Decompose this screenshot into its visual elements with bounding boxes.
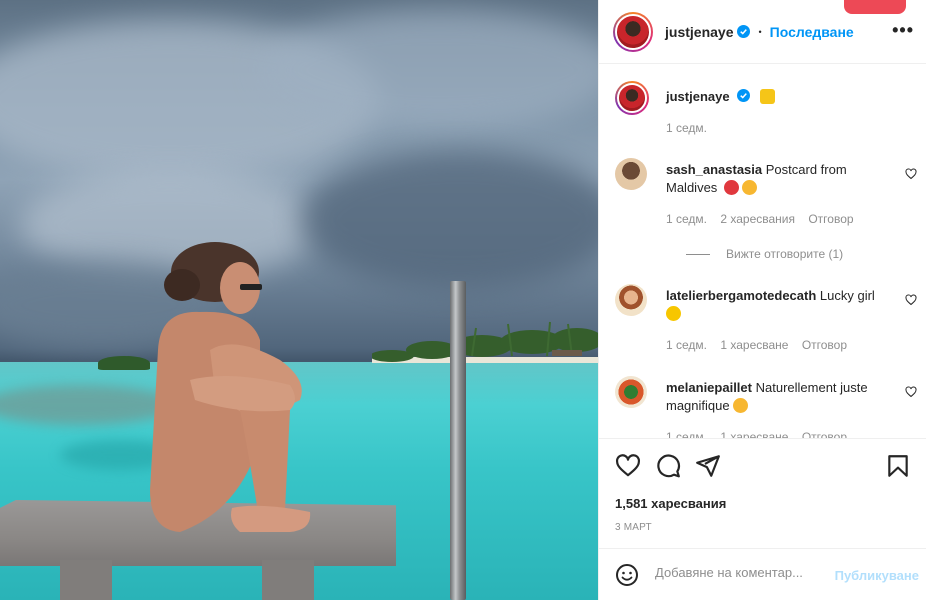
comments-list[interactable]: justjenaye 1 седм. sash_anastasia Postca… (599, 65, 926, 438)
emoji-sticker-icon (759, 89, 775, 104)
likes-count[interactable]: 1,581 харесвания (615, 496, 726, 511)
post-side-panel: justjenaye • Последване ••• justjenaye 1… (598, 0, 926, 600)
bookmark-icon[interactable] (885, 453, 911, 479)
comment-time: 1 седм. (666, 338, 708, 352)
comment-like-heart-icon[interactable] (905, 294, 917, 306)
heart-icon[interactable] (615, 453, 641, 479)
reply-button[interactable]: Отговор (808, 212, 853, 226)
reply-button[interactable]: Отговор (802, 338, 847, 352)
comment-time: 1 седм. (666, 430, 708, 438)
palm-island (372, 321, 598, 362)
more-options-icon[interactable]: ••• (892, 20, 914, 41)
comment-likes[interactable]: 2 харесвания (720, 212, 795, 226)
header-username[interactable]: justjenaye (665, 24, 733, 40)
action-icons (615, 453, 911, 479)
comment-item: latelierbergamotedecath Lucky girl 1 сед… (615, 284, 917, 374)
person-figure (150, 242, 311, 532)
avatar[interactable] (615, 284, 647, 316)
view-replies-label: Вижте отговорите (1) (726, 247, 844, 261)
verified-badge-icon (737, 89, 751, 102)
heart-eyes-emoji-icon (741, 180, 757, 195)
follow-button[interactable]: Последване (770, 24, 854, 40)
comment-input[interactable] (655, 565, 825, 580)
post-photo[interactable] (0, 0, 598, 600)
avatar[interactable] (615, 158, 647, 190)
cloud (300, 150, 598, 290)
post-date: 3 МАРТ (615, 522, 652, 533)
comment-likes[interactable]: 1 харесване (720, 338, 788, 352)
caption: justjenaye 1 седм. (615, 81, 915, 141)
comment-username[interactable]: sash_anastasia (666, 162, 762, 177)
comment-like-heart-icon[interactable] (905, 386, 917, 398)
divider (686, 253, 710, 255)
post-button[interactable]: Публикуване (835, 568, 919, 583)
comment-item: sash_anastasia Postcard from Maldives 1 … (615, 158, 917, 268)
cloud (260, 10, 598, 130)
separator: • (758, 26, 762, 37)
comment-time: 1 седм. (666, 212, 708, 226)
caption-time: 1 седм. (666, 121, 708, 135)
comment-likes[interactable]: 1 харесване (720, 430, 788, 438)
reply-button[interactable]: Отговор (802, 430, 847, 438)
avatar[interactable] (615, 376, 647, 408)
add-comment-bar: Публикуване (599, 548, 926, 600)
avatar[interactable] (613, 11, 653, 52)
bench-leg (262, 560, 314, 600)
avatar[interactable] (615, 81, 649, 115)
angry-face-emoji-icon (723, 180, 739, 195)
metal-pole (450, 281, 466, 600)
share-icon[interactable] (695, 453, 721, 479)
sun-emoji-icon (666, 306, 681, 321)
verified-badge-icon (737, 25, 751, 38)
view-replies-button[interactable]: Вижте отговорите (1) (686, 247, 843, 261)
comment-like-heart-icon[interactable] (905, 168, 917, 180)
instagram-post-modal: justjenaye • Последване ••• justjenaye 1… (0, 0, 926, 600)
comment-item: melaniepaillet Naturellement juste magni… (615, 376, 917, 438)
comment-username[interactable]: melaniepaillet (666, 380, 752, 395)
comment-username[interactable]: latelierbergamotedecath (666, 288, 816, 303)
post-actions: 1,581 харесвания 3 МАРТ (599, 438, 926, 548)
comment-text: Lucky girl (819, 288, 875, 303)
comment-icon[interactable] (655, 453, 681, 479)
caption-username[interactable]: justjenaye (666, 89, 730, 104)
bench-leg (60, 560, 112, 600)
post-header: justjenaye • Последване ••• (599, 0, 926, 64)
emoji-icon[interactable] (615, 563, 639, 587)
heart-eyes-emoji-icon (732, 398, 748, 413)
